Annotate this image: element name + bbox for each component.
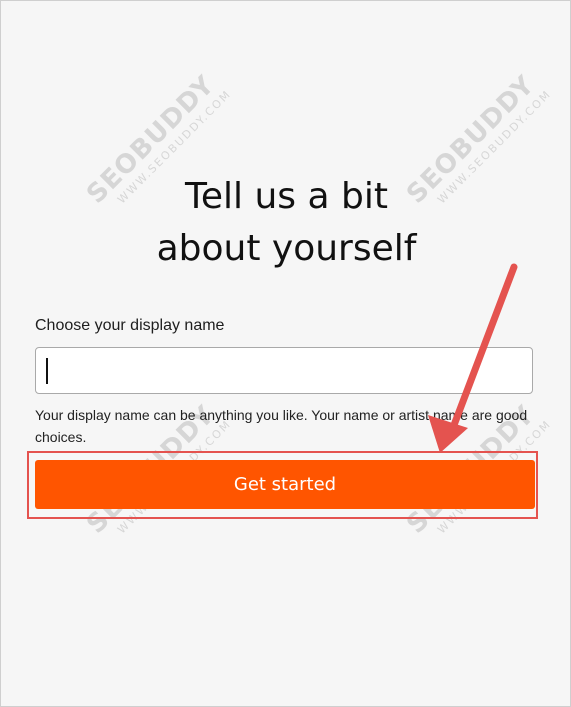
text-cursor (46, 358, 48, 384)
annotation-highlight-box (27, 451, 538, 519)
display-name-input[interactable] (35, 347, 533, 394)
page-title-line-2: about yourself (156, 228, 417, 269)
page-title-line-1: Tell us a bit (185, 176, 388, 217)
page-frame: SEOBUDDY WWW.SEOBUDDY.COM SEOBUDDY WWW.S… (0, 0, 571, 707)
display-name-label: Choose your display name (35, 317, 225, 334)
display-name-helper-text: Your display name can be anything you li… (35, 407, 528, 445)
page-title: Tell us a bit about yourself (1, 171, 570, 275)
